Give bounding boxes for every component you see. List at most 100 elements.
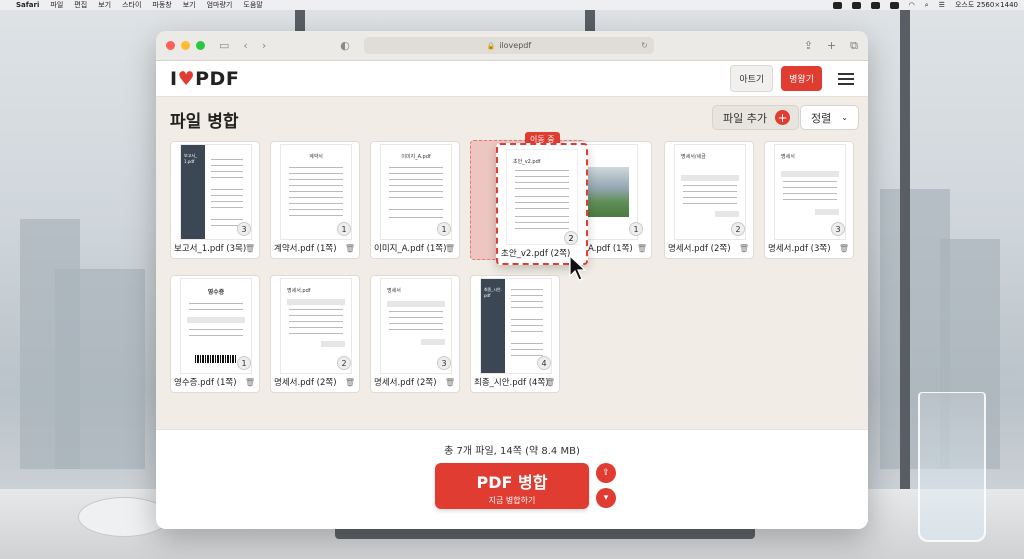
menu-item[interactable]: 파일 <box>50 0 63 10</box>
file-card[interactable]: 최종_시안. pdf 4 최종_시안.pdf (4쪽) 🗑 <box>470 275 560 393</box>
chevron-down-icon[interactable]: ▾ <box>596 488 616 508</box>
sidebar-icon[interactable]: ▭ <box>219 39 229 52</box>
file-name: 최종_시안.pdf (4쪽) <box>474 378 549 388</box>
file-card[interactable]: 명세서 3 명세서.pdf (2쪽) 🗑 <box>370 275 460 393</box>
menu-item[interactable]: 스타이 <box>122 0 141 10</box>
file-name: 계약서.pdf (1쪽) <box>274 244 337 254</box>
thumb-title: 명세서.pdf <box>287 288 311 294</box>
page-count-badge: 2 <box>564 231 578 245</box>
chevron-down-icon: ⌄ <box>841 113 848 122</box>
trash-icon[interactable]: 🗑 <box>245 378 255 387</box>
menu-app-name[interactable]: Safari <box>16 1 39 9</box>
window-controls <box>166 41 205 50</box>
trash-icon[interactable]: 🗑 <box>345 378 355 387</box>
heart-icon: ♥ <box>177 67 196 90</box>
file-summary: 총 7개 파일, 14쪽 (약 8.4 MB) <box>444 446 580 457</box>
cloud-upload-icon[interactable]: ⇪ <box>596 463 616 483</box>
status-icon[interactable] <box>832 1 842 9</box>
signup-button[interactable]: 병왕기 <box>781 66 822 91</box>
file-name: 초안_v2.pdf (2쪽) <box>501 249 571 259</box>
file-card[interactable]: 명세서.pdf 2 명세서.pdf (2쪽) 🗑 <box>270 275 360 393</box>
page-count-badge: 1 <box>629 222 643 236</box>
shield-icon[interactable]: ◐ <box>340 39 350 52</box>
back-icon[interactable]: ‹ <box>243 39 247 52</box>
battery-icon[interactable] <box>889 1 899 9</box>
login-button[interactable]: 아트기 <box>730 65 774 92</box>
menu-item[interactable]: 보기 <box>98 0 111 10</box>
control-center-icon[interactable]: ☰ <box>939 1 945 9</box>
file-card[interactable]: 명세서 3 명세서.pdf (3쪽) 🗑 <box>764 141 854 259</box>
trash-icon[interactable]: 🗑 <box>637 244 647 253</box>
close-window-button[interactable] <box>166 41 175 50</box>
tab-overview-icon[interactable]: ⧉ <box>850 39 858 53</box>
address-url: ilovepdf <box>499 41 532 50</box>
trash-icon[interactable]: 🗑 <box>445 378 455 387</box>
forward-icon[interactable]: › <box>262 39 266 52</box>
file-name: 영수증.pdf (1쪽) <box>174 378 237 388</box>
file-name: 보고서_1.pdf (3목) <box>174 244 247 254</box>
search-icon[interactable]: ⌕ <box>925 1 929 10</box>
menu-item[interactable]: 도움말 <box>243 0 262 10</box>
trash-icon[interactable]: 🗑 <box>739 244 749 253</box>
menu-item[interactable]: 보기 <box>183 0 196 10</box>
thumb-text: 보고서_ 1.pdf <box>184 153 198 164</box>
new-tab-icon[interactable]: + <box>827 39 836 53</box>
file-card[interactable]: 이미지_A.pdf 1 이미지_A.pdf (1쪽) 🗑 <box>370 141 460 259</box>
page-title: 파일 병합 <box>170 112 239 132</box>
merge-pdf-button[interactable]: PDF 병합 지금 병합하기 <box>435 463 589 509</box>
file-card[interactable]: 영수증 1 영수증.pdf (1쪽) 🗑 <box>170 275 260 393</box>
merge-sublabel: 지금 병합하기 <box>488 496 536 505</box>
add-file-label: 파일 추가 <box>723 111 767 125</box>
file-name: A.pdf (1쪽) <box>588 244 633 254</box>
menu-item[interactable]: 파동창 <box>152 0 171 10</box>
trash-icon[interactable]: 🗑 <box>445 244 455 253</box>
page-count-badge: 1 <box>237 356 251 370</box>
menu-item[interactable]: 엄마량기 <box>207 0 233 10</box>
thumb-title: 명세서 <box>387 288 401 294</box>
thumb-title: 이미지_A.pdf <box>401 154 431 160</box>
share-icon[interactable]: ⇪ <box>804 39 813 53</box>
mouse-pointer-icon <box>569 254 587 281</box>
file-card[interactable]: 계약서 1 계약서.pdf (1쪽) 🗑 <box>270 141 360 259</box>
reload-icon[interactable]: ↻ <box>641 41 648 50</box>
file-name: 명세서.pdf (3쪽) <box>768 244 831 254</box>
hamburger-menu-icon[interactable] <box>838 72 854 85</box>
trash-icon[interactable]: 🗑 <box>839 244 849 253</box>
plus-icon: + <box>774 110 790 125</box>
sort-dropdown[interactable]: 정렬 ⌄ <box>800 105 859 130</box>
file-card[interactable]: 보고서_ 1.pdf 3 보고서_1.pdf (3목) 🗑 <box>170 141 260 259</box>
zoom-window-button[interactable] <box>196 41 205 50</box>
page-count-badge: 1 <box>437 222 451 236</box>
trash-icon[interactable]: 🗑 <box>545 378 555 387</box>
page-count-badge: 3 <box>437 356 451 370</box>
dragging-file-card[interactable]: 초안_v2.pdf 2 초안_v2.pdf (2쪽) <box>496 143 588 265</box>
merge-workspace: 파일 병합 파일 추가 + 정렬 ⌄ 보고서_ 1.pdf 3 보고서_1.pd… <box>156 97 868 429</box>
trash-icon[interactable]: 🗑 <box>345 244 355 253</box>
page-count-badge: 4 <box>537 356 551 370</box>
page-count-badge: 3 <box>237 222 251 236</box>
file-name: 명세서.pdf (2쪽) <box>374 378 437 388</box>
barcode <box>195 355 237 363</box>
menu-item[interactable]: 편집 <box>74 0 87 10</box>
menubar-clock: 오스도 2560×1440 <box>954 1 1018 9</box>
water-glass <box>918 392 986 542</box>
status-icon[interactable] <box>851 1 861 9</box>
merge-label: PDF 병합 <box>476 473 548 492</box>
ilovepdf-logo[interactable]: I♥PDF <box>170 68 239 90</box>
add-file-button[interactable]: 파일 추가 + <box>712 105 799 130</box>
sort-label: 정렬 <box>811 111 832 125</box>
lock-icon: 🔒 <box>486 41 496 50</box>
address-bar[interactable]: 🔒 ilovepdf ↻ <box>363 37 654 54</box>
ilovepdf-header: I♥PDF 아트기 병왕기 <box>156 61 868 97</box>
page-count-badge: 1 <box>337 222 351 236</box>
safari-window: ▭ ‹ › ◐ 🔒 ilovepdf ↻ ⇪ + ⧉ I♥PDF 아트기 병왕기… <box>156 31 868 529</box>
thumb-text: 최종_시안. pdf <box>484 287 502 298</box>
minimize-window-button[interactable] <box>181 41 190 50</box>
wifi-icon[interactable]: ◠ <box>909 1 915 9</box>
thumb-title: 명세서 <box>781 154 795 160</box>
trash-icon[interactable]: 🗑 <box>245 244 255 253</box>
file-name: 명세서.pdf (2쪽) <box>668 244 731 254</box>
file-card[interactable]: 명세서/세금 2 명세서.pdf (2쪽) 🗑 <box>664 141 754 259</box>
browser-toolbar: ▭ ‹ › ◐ 🔒 ilovepdf ↻ ⇪ + ⧉ <box>156 31 868 61</box>
status-icon[interactable] <box>870 1 880 9</box>
